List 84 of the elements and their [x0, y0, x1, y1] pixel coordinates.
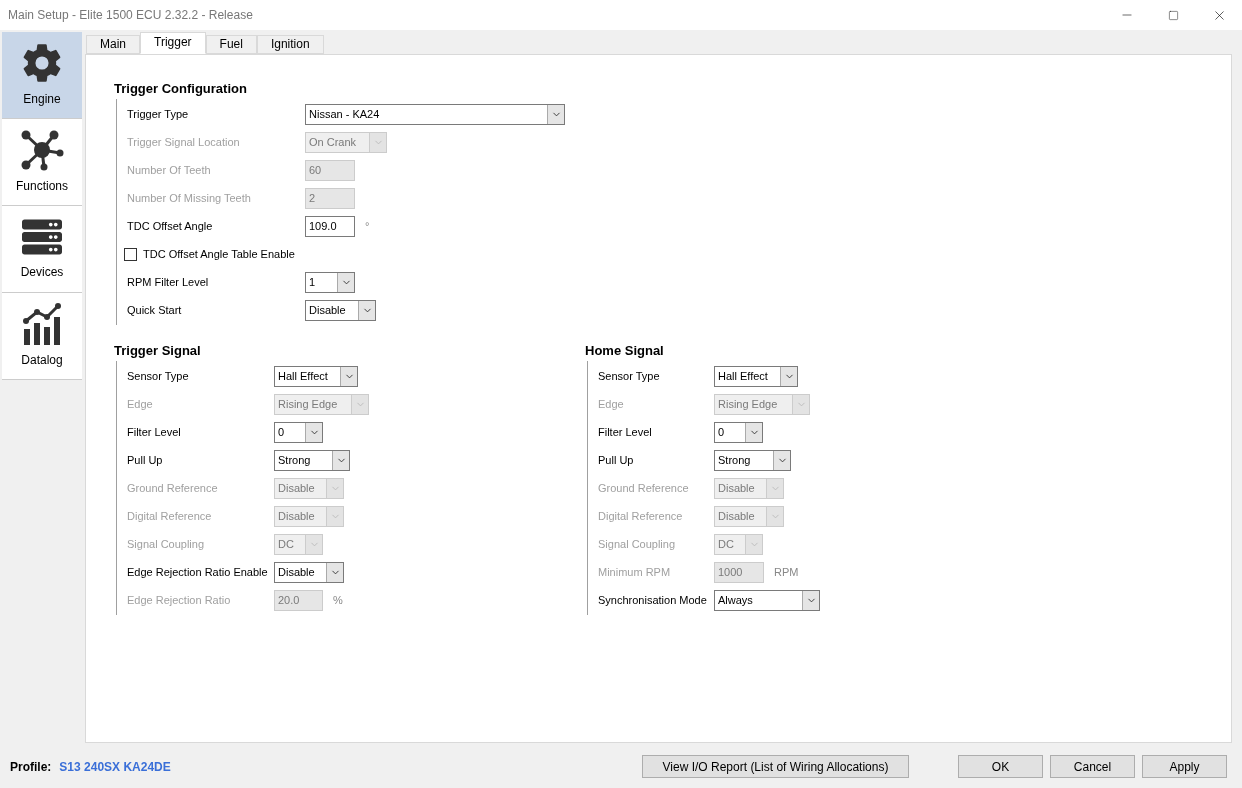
section-title: Home Signal: [585, 342, 665, 360]
report-button[interactable]: View I/O Report (List of Wiring Allocations): [642, 755, 909, 778]
field-label: Number Of Teeth: [127, 162, 212, 178]
field-label: Number Of Missing Teeth: [127, 190, 252, 206]
field-label: Edge Rejection Ratio Enable: [127, 564, 269, 580]
chevron-down-icon: [773, 450, 790, 470]
chevron-down-icon: [351, 394, 368, 414]
profile-label: Profile:: [10, 758, 52, 776]
checkbox-label: TDC Offset Angle Table Enable: [143, 246, 295, 262]
checkbox[interactable]: [124, 247, 137, 261]
field-label: Trigger Signal Location: [127, 134, 241, 150]
field-label: Digital Reference: [127, 508, 213, 524]
chevron-down-icon: [369, 132, 386, 152]
chevron-down-icon: [745, 422, 762, 442]
field-label: Edge: [127, 396, 154, 412]
sidebar-item[interactable]: Datalog: [2, 293, 82, 380]
dropdown[interactable]: Hall Effect: [274, 365, 358, 387]
field-label: Ground Reference: [127, 480, 219, 496]
tab[interactable]: Trigger: [140, 32, 206, 54]
dropdown[interactable]: Strong: [274, 449, 350, 471]
sidebar-item[interactable]: Functions: [2, 119, 82, 206]
input-field[interactable]: 109.0: [305, 215, 355, 237]
chevron-down-icon: [547, 104, 564, 124]
chevron-down-icon: [305, 422, 322, 442]
field-label: Edge: [598, 396, 625, 412]
unit-label: %: [333, 592, 343, 608]
server-icon: [22, 217, 62, 257]
field-label: Signal Coupling: [598, 536, 677, 552]
sidebar-item[interactable]: Devices: [2, 206, 82, 293]
section-title: Trigger Configuration: [114, 80, 248, 98]
field-label: Ground Reference: [598, 480, 690, 496]
tab[interactable]: Main: [86, 35, 140, 54]
dropdown[interactable]: Hall Effect: [714, 365, 798, 387]
dropdown[interactable]: 0: [274, 421, 323, 443]
field-label: Sensor Type: [598, 368, 661, 384]
chevron-down-icon: [780, 366, 797, 386]
unit-label: °: [365, 218, 370, 234]
network-icon: [20, 129, 64, 171]
chevron-down-icon: [745, 534, 762, 554]
chevron-down-icon: [337, 272, 354, 292]
field-label: Filter Level: [598, 424, 653, 440]
field-label: Trigger Type: [127, 106, 190, 122]
unit-label: RPM: [774, 564, 799, 580]
field-label: TDC Offset Angle: [127, 218, 214, 234]
window-title: Main Setup - Elite 1500 ECU 2.32.2 - Release: [8, 7, 254, 24]
chevron-down-icon: [326, 506, 343, 526]
chevron-down-icon: [332, 450, 349, 470]
dropdown[interactable]: Nissan - KA24: [305, 103, 565, 125]
tab[interactable]: Fuel: [205, 35, 257, 54]
chevron-down-icon: [802, 590, 819, 610]
chevron-down-icon: [766, 478, 783, 498]
chevron-down-icon: [305, 534, 322, 554]
bar-chart-icon: [22, 303, 62, 345]
tab[interactable]: Ignition: [256, 35, 324, 54]
field-label: RPM Filter Level: [127, 274, 210, 290]
dropdown[interactable]: 1: [305, 271, 355, 293]
dialog-button[interactable]: Apply: [1142, 755, 1227, 778]
dropdown[interactable]: Disable: [305, 299, 376, 321]
dialog-button[interactable]: OK: [958, 755, 1043, 778]
dropdown[interactable]: Always: [714, 589, 820, 611]
dialog-button[interactable]: Cancel: [1050, 755, 1135, 778]
field-label: Pull Up: [598, 452, 635, 468]
dropdown[interactable]: Strong: [714, 449, 791, 471]
field-label: Filter Level: [127, 424, 182, 440]
field-label: Quick Start: [127, 302, 183, 318]
section-title: Trigger Signal: [114, 342, 202, 360]
field-label: Minimum RPM: [598, 564, 672, 580]
chevron-down-icon: [792, 394, 809, 414]
settings-icon: [21, 42, 63, 84]
field-label: Signal Coupling: [127, 536, 206, 552]
field-label: Edge Rejection Ratio: [127, 592, 232, 608]
chevron-down-icon: [326, 478, 343, 498]
dropdown[interactable]: Disable: [274, 561, 344, 583]
chevron-down-icon: [766, 506, 783, 526]
field-label: Sensor Type: [127, 368, 190, 384]
dropdown[interactable]: 0: [714, 421, 763, 443]
field-label: Synchronisation Mode: [598, 592, 708, 608]
chevron-down-icon: [340, 366, 357, 386]
field-label: Digital Reference: [598, 508, 684, 524]
chevron-down-icon: [326, 562, 343, 582]
field-label: Pull Up: [127, 452, 164, 468]
chevron-down-icon: [358, 300, 375, 320]
profile-name: S13 240SX KA24DE: [59, 758, 171, 776]
sidebar-item[interactable]: Engine: [2, 32, 82, 119]
